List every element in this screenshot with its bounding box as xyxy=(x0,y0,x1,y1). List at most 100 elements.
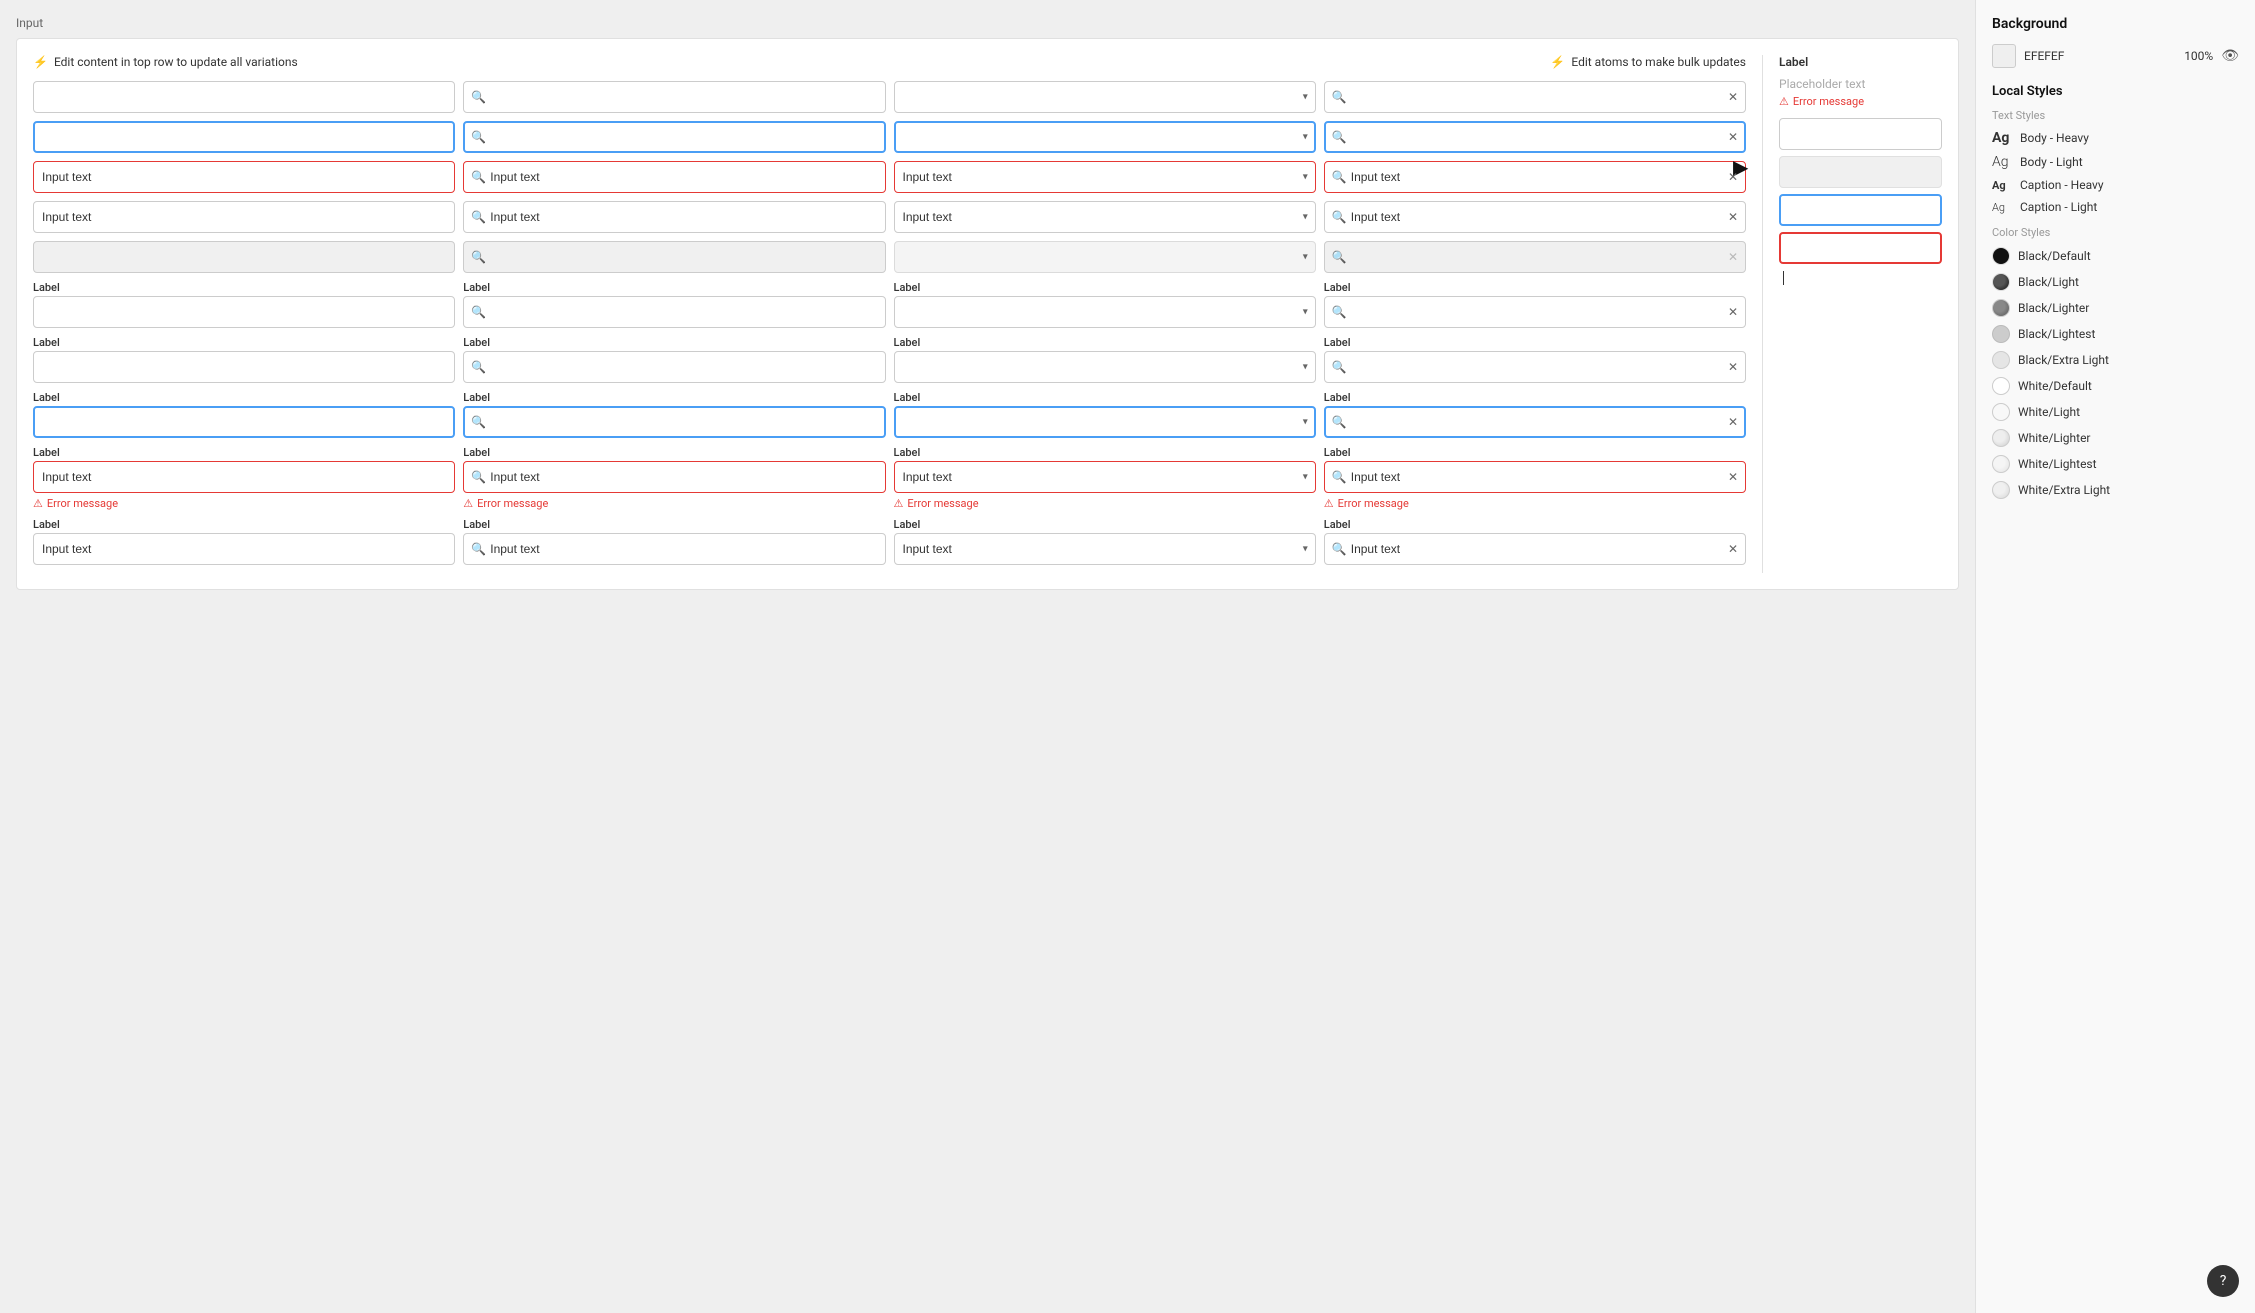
plain-input-r1[interactable] xyxy=(33,81,455,113)
color-dot xyxy=(1992,299,2010,317)
input-label: Label xyxy=(33,281,455,294)
help-button[interactable]: ? xyxy=(2207,1265,2239,1297)
plain-input-r8[interactable] xyxy=(33,406,455,438)
select-r9[interactable]: Input text xyxy=(894,461,1316,493)
input-group-clearable: Label 🔍 ✕ xyxy=(1324,391,1746,438)
input-group: Label ⚠ Error message xyxy=(33,446,455,510)
clearable-wrap: 🔍 ✕ xyxy=(1324,161,1746,193)
visibility-icon[interactable]: 👁 xyxy=(2221,48,2239,64)
text-style-body-heavy[interactable]: Ag Body - Heavy xyxy=(1992,130,2239,146)
clearable-input-r4[interactable] xyxy=(1324,201,1746,233)
plain-input-r10[interactable] xyxy=(33,533,455,565)
clear-button[interactable]: ✕ xyxy=(1728,470,1738,484)
clearable-wrap: 🔍 ✕ xyxy=(1324,241,1746,273)
color-style-black-lighter[interactable]: Black/Lighter xyxy=(1992,299,2239,317)
background-opacity[interactable]: 100% xyxy=(2184,49,2213,63)
clearable-input-r6[interactable] xyxy=(1324,296,1746,328)
select-r7[interactable]: Input text xyxy=(894,351,1316,383)
color-name: White/Light xyxy=(2018,405,2080,419)
input-label: Label xyxy=(1324,391,1746,404)
error-text: Error message xyxy=(1338,497,1409,510)
color-name: White/Lightest xyxy=(2018,457,2097,471)
search-wrap: 🔍 xyxy=(463,296,885,328)
search-input-r8[interactable] xyxy=(463,406,885,438)
select-r1[interactable]: Input text xyxy=(894,81,1316,113)
clear-button[interactable]: ✕ xyxy=(1728,170,1738,184)
search-input-r3[interactable] xyxy=(463,161,885,193)
hint-left-icon: ⚡ xyxy=(33,55,48,69)
style-name: Body - Heavy xyxy=(2020,131,2089,145)
search-wrap: 🔍 xyxy=(463,201,885,233)
select-r6[interactable]: Input text xyxy=(894,296,1316,328)
search-input-r6[interactable] xyxy=(463,296,885,328)
clearable-input-r1[interactable] xyxy=(1324,81,1746,113)
plain-input-r2[interactable] xyxy=(33,121,455,153)
text-style-caption-light[interactable]: Ag Caption - Light xyxy=(1992,200,2239,214)
clearable-input-r2[interactable] xyxy=(1324,121,1746,153)
search-input-r10[interactable] xyxy=(463,533,885,565)
clear-button[interactable]: ✕ xyxy=(1728,90,1738,104)
select-r4[interactable]: Input text xyxy=(894,201,1316,233)
color-style-black-lightest[interactable]: Black/Lightest xyxy=(1992,325,2239,343)
color-dot xyxy=(1992,247,2010,265)
row-10-label-text: Label Label 🔍 Label xyxy=(33,518,1746,565)
select-wrap: Input text ▾ xyxy=(894,296,1316,328)
plain-input-r9[interactable] xyxy=(33,461,455,493)
search-input-r1[interactable] xyxy=(463,81,885,113)
color-style-white-default[interactable]: White/Default xyxy=(1992,377,2239,395)
select-r3[interactable]: Input text xyxy=(894,161,1316,193)
plain-input-r4[interactable] xyxy=(33,201,455,233)
clear-button[interactable]: ✕ xyxy=(1728,542,1738,556)
search-input-r4[interactable] xyxy=(463,201,885,233)
clear-button[interactable]: ✕ xyxy=(1728,415,1738,429)
color-style-black-light[interactable]: Black/Light xyxy=(1992,273,2239,291)
clearable-wrap: 🔍 ✕ xyxy=(1324,296,1746,328)
text-style-caption-heavy[interactable]: Ag Caption - Heavy xyxy=(1992,178,2239,192)
color-style-black-extra-light[interactable]: Black/Extra Light xyxy=(1992,351,2239,369)
clearable-input-r3[interactable] xyxy=(1324,161,1746,193)
atom-cursor xyxy=(1779,270,1942,286)
clearable-input-r7[interactable] xyxy=(1324,351,1746,383)
search-input-r7[interactable] xyxy=(463,351,885,383)
color-style-white-lightest[interactable]: White/Lightest xyxy=(1992,455,2239,473)
plain-input-r6[interactable] xyxy=(33,296,455,328)
search-input-r2[interactable] xyxy=(463,121,885,153)
color-style-white-light[interactable]: White/Light xyxy=(1992,403,2239,421)
input-label: Label xyxy=(463,336,885,349)
color-style-white-lighter[interactable]: White/Lighter xyxy=(1992,429,2239,447)
input-group-search: Label 🔍 ⚠ Error message xyxy=(463,446,885,510)
input-group: Label xyxy=(33,391,455,438)
select-wrap: Input text ▾ xyxy=(894,161,1316,193)
clear-button[interactable]: ✕ xyxy=(1728,210,1738,224)
select-r2[interactable]: Input text xyxy=(894,121,1316,153)
search-wrap: 🔍 xyxy=(463,533,885,565)
select-r10[interactable]: Input text xyxy=(894,533,1316,565)
color-name: White/Default xyxy=(2018,379,2092,393)
clear-button[interactable]: ✕ xyxy=(1728,305,1738,319)
color-style-black-default[interactable]: Black/Default xyxy=(1992,247,2239,265)
clear-button[interactable]: ✕ xyxy=(1728,360,1738,374)
input-label: Label xyxy=(463,391,885,404)
plain-input-r3[interactable] xyxy=(33,161,455,193)
search-input-r9[interactable] xyxy=(463,461,885,493)
clearable-input-r5 xyxy=(1324,241,1746,273)
plain-input-r7[interactable] xyxy=(33,351,455,383)
row-4-default-text: 🔍 Input text ▾ xyxy=(33,201,1746,233)
color-style-white-extra-light[interactable]: White/Extra Light xyxy=(1992,481,2239,499)
search-wrap: 🔍 xyxy=(463,406,885,438)
hint-right-text: Edit atoms to make bulk updates xyxy=(1571,55,1746,69)
text-style-body-light[interactable]: Ag Body - Light xyxy=(1992,154,2239,170)
background-hex[interactable]: EFEFEF xyxy=(2024,49,2176,63)
clear-button[interactable]: ✕ xyxy=(1728,130,1738,144)
input-group-select: Input text ▾ xyxy=(894,161,1316,193)
select-r8[interactable]: Input text xyxy=(894,406,1316,438)
select-wrap: Input text ▾ xyxy=(894,121,1316,153)
input-group xyxy=(33,81,455,113)
background-color-swatch[interactable] xyxy=(1992,44,2016,68)
clearable-input-r8[interactable] xyxy=(1324,406,1746,438)
color-styles-subtitle: Color Styles xyxy=(1992,226,2239,239)
error-message: ⚠ Error message xyxy=(1324,497,1746,510)
clear-button: ✕ xyxy=(1728,250,1738,264)
clearable-input-r9[interactable] xyxy=(1324,461,1746,493)
clearable-input-r10[interactable] xyxy=(1324,533,1746,565)
